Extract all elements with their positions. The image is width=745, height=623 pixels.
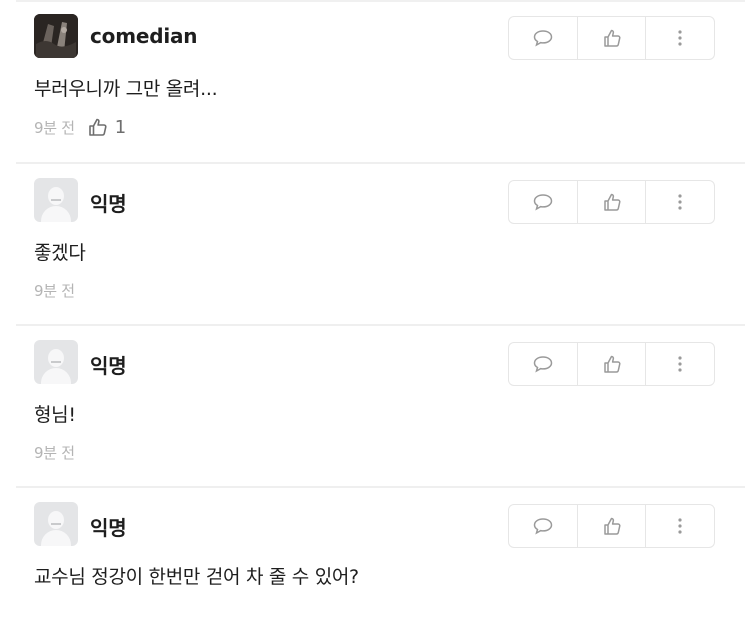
comment-author[interactable]: comedian <box>90 24 198 48</box>
like-button[interactable] <box>578 343 647 385</box>
avatar[interactable] <box>34 340 78 384</box>
like-button[interactable] <box>578 181 647 223</box>
avatar-head-shape <box>48 187 64 205</box>
like-count-value: 1 <box>114 116 126 138</box>
reply-button[interactable] <box>509 505 578 547</box>
more-button[interactable] <box>646 17 714 59</box>
comment-author[interactable]: 익명 <box>90 350 127 379</box>
comment-time: 9분 전 <box>34 444 75 462</box>
avatar-body-shape <box>41 530 71 546</box>
comment-time: 9분 전 <box>34 118 75 137</box>
comment-bubble-icon <box>533 30 553 47</box>
thumbs-up-icon <box>603 29 621 47</box>
comment-actions <box>508 16 715 60</box>
comment-actions <box>508 342 715 386</box>
profile-photo-icon <box>34 14 78 58</box>
avatar-head-shape <box>48 511 64 529</box>
comment-author[interactable]: 익명 <box>90 188 127 217</box>
comment-item: 익명 좋겠다 9분 전 <box>16 164 745 324</box>
thumbs-up-icon <box>88 118 107 136</box>
comment-actions <box>508 180 715 224</box>
thumbs-up-icon <box>603 193 621 211</box>
comment-text: 부러우니까 그만 올려... <box>34 78 218 100</box>
comment-bubble-icon <box>533 194 553 211</box>
reply-button[interactable] <box>509 181 578 223</box>
reply-button[interactable] <box>509 17 578 59</box>
avatar-head-shape <box>48 349 64 367</box>
avatar-mask-shape <box>51 361 61 363</box>
more-button[interactable] <box>646 505 714 547</box>
more-vertical-icon <box>678 194 682 210</box>
comment-meta: 9분 전 <box>34 442 75 463</box>
more-button[interactable] <box>646 343 714 385</box>
more-vertical-icon <box>678 356 682 372</box>
avatar[interactable] <box>34 178 78 222</box>
thumbs-up-icon <box>603 517 621 535</box>
comment-bubble-icon <box>533 356 553 373</box>
comment-text: 형님! <box>34 404 76 426</box>
comment-item: 익명 교수님 정강이 한번만 걷어 차 줄 수 있어? <box>16 488 745 623</box>
avatar-body-shape <box>41 368 71 384</box>
more-vertical-icon <box>678 30 682 46</box>
comment-text: 교수님 정강이 한번만 걷어 차 줄 수 있어? <box>34 566 359 588</box>
comment-author[interactable]: 익명 <box>90 512 127 541</box>
comment-bubble-icon <box>533 518 553 535</box>
more-vertical-icon <box>678 518 682 534</box>
comment-item: 익명 형님! 9분 전 <box>16 326 745 486</box>
avatar[interactable] <box>34 502 78 546</box>
comment-meta: 9분 전 <box>34 280 75 301</box>
like-button[interactable] <box>578 17 647 59</box>
reply-button[interactable] <box>509 343 578 385</box>
comment-time: 9분 전 <box>34 282 75 300</box>
more-button[interactable] <box>646 181 714 223</box>
like-button[interactable] <box>578 505 647 547</box>
comment-meta: 9분 전 1 <box>34 116 126 138</box>
comment-item: comedian 부러우니까 그만 올려... 9분 전 1 <box>16 0 745 162</box>
avatar-body-shape <box>41 206 71 222</box>
comment-text: 좋겠다 <box>34 242 86 264</box>
avatar-mask-shape <box>51 523 61 525</box>
avatar[interactable] <box>34 14 78 58</box>
like-count: 1 <box>87 116 126 138</box>
comment-actions <box>508 504 715 548</box>
thumbs-up-icon <box>603 355 621 373</box>
avatar-mask-shape <box>51 199 61 201</box>
